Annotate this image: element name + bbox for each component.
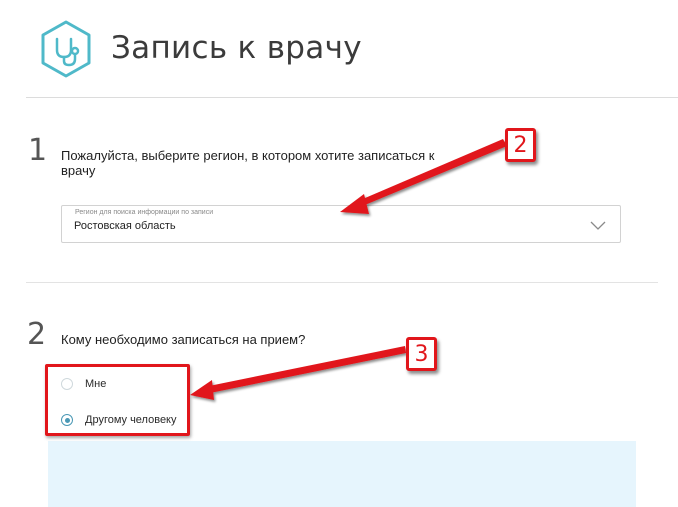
page-title: Запись к врачу — [111, 30, 362, 66]
region-select-label: Регион для поиска информации по записи — [75, 209, 214, 216]
section-divider — [26, 282, 658, 283]
annotation-badge-3: 3 — [406, 337, 437, 371]
arrow-to-radio-group — [190, 346, 406, 400]
annotation-badge-2: 2 — [505, 128, 536, 162]
chevron-down-icon[interactable] — [590, 218, 606, 230]
region-select-value: Ростовская область — [74, 220, 176, 232]
step-number-2: 2 — [27, 317, 47, 352]
stethoscope-icon — [38, 19, 94, 79]
patient-question: Кому необходимо записаться на прием? — [61, 332, 306, 347]
header-divider — [26, 97, 678, 98]
annotation-highlight-frame — [45, 364, 190, 436]
info-panel — [48, 441, 636, 507]
region-select[interactable]: Регион для поиска информации по записи Р… — [61, 205, 621, 243]
step-number-1: 1 — [28, 133, 48, 168]
region-question: Пожалуйста, выберите регион, в котором х… — [61, 148, 435, 178]
